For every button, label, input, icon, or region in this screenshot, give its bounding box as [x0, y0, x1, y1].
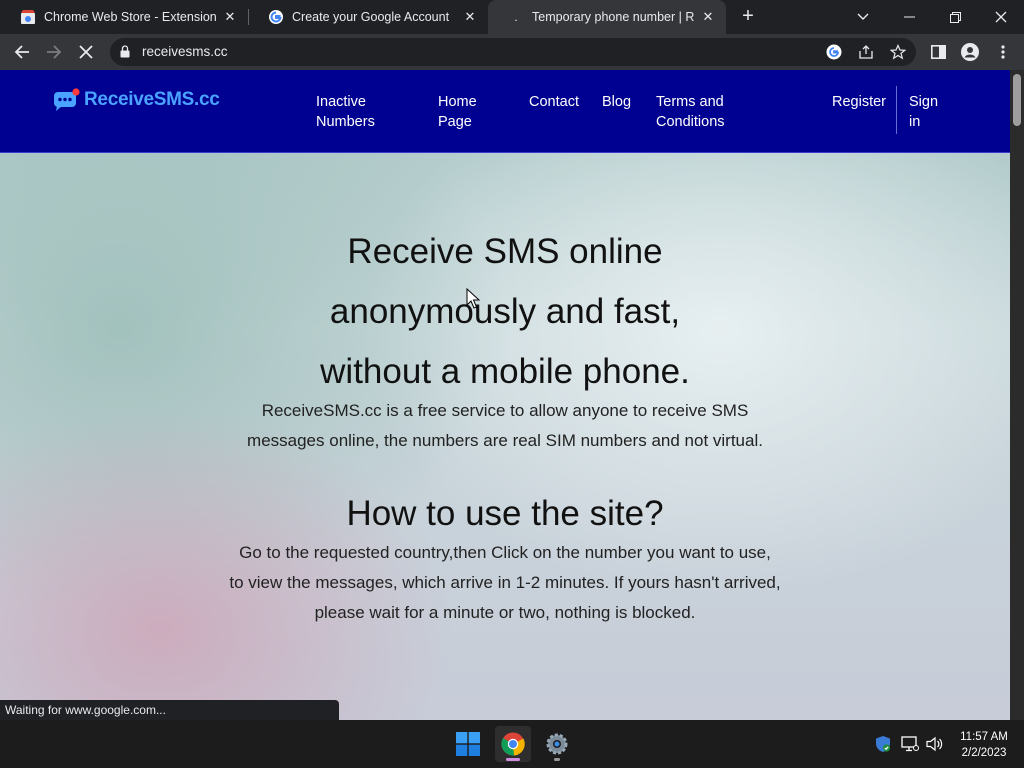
hero-section: Receive SMS online anonymously and fast,…	[0, 222, 1010, 402]
scrollbar-thumb[interactable]	[1013, 74, 1021, 126]
chrome-icon	[501, 732, 525, 756]
tab-close-icon[interactable]: ✕	[222, 9, 238, 25]
nav-label-line: Sign	[909, 94, 939, 110]
side-panel-icon	[930, 45, 946, 59]
minimize-icon	[903, 16, 915, 18]
security-tray-icon[interactable]	[873, 734, 893, 754]
nav-terms-and-conditions[interactable]: Terms and Conditions	[656, 92, 725, 132]
site-navbar: ReceiveSMS.cc Inactive Numbers Home Page…	[0, 70, 1010, 153]
how-to-line: to view the messages, which arrive in 1-…	[229, 573, 781, 592]
network-tray-icon[interactable]	[900, 734, 920, 754]
nav-divider	[896, 86, 897, 134]
how-to-line: please wait for a minute or two, nothing…	[314, 603, 696, 622]
stop-x-icon	[79, 45, 93, 59]
tab-close-icon[interactable]: ✕	[700, 9, 716, 25]
nav-label-line: Conditions	[656, 114, 725, 130]
how-to-text: Go to the requested country,then Click o…	[0, 538, 1010, 628]
hero-heading-line: anonymously and fast,	[329, 292, 681, 331]
nav-contact[interactable]: Contact	[529, 92, 579, 112]
taskbar-chrome[interactable]	[495, 726, 531, 762]
hero-heading-line: without a mobile phone.	[320, 352, 690, 391]
address-bar[interactable]: receivesms.cc	[110, 38, 916, 66]
new-tab-button[interactable]: +	[737, 5, 759, 27]
nav-blog[interactable]: Blog	[602, 92, 631, 112]
restore-icon	[949, 11, 961, 23]
url-text[interactable]: receivesms.cc	[142, 44, 228, 59]
nav-label-line: Inactive	[316, 94, 366, 110]
nav-register[interactable]: Register	[832, 92, 886, 112]
loading-dot-icon: .	[514, 10, 518, 24]
hero-heading-line: Receive SMS online	[347, 232, 663, 271]
chrome-web-store-icon	[21, 10, 35, 24]
nav-sign-in[interactable]: Sign in	[909, 92, 938, 132]
tab-strip: Chrome Web Store - Extensions ✕ Create y…	[0, 0, 1024, 34]
start-button[interactable]	[450, 726, 486, 762]
page-scrollbar[interactable]	[1010, 70, 1024, 720]
windows-logo-icon	[456, 732, 480, 756]
nav-inactive-numbers[interactable]: Inactive Numbers	[316, 92, 375, 132]
side-panel-button[interactable]	[924, 38, 952, 66]
chat-bubble-logo-icon	[54, 88, 80, 111]
hero-description-line: messages online, the numbers are real SI…	[247, 431, 763, 450]
gear-icon	[546, 733, 568, 755]
kebab-menu-icon	[1001, 45, 1005, 59]
restore-button[interactable]	[932, 0, 978, 34]
network-icon	[901, 736, 919, 752]
clock-time: 11:57 AM	[960, 731, 1008, 743]
shield-icon	[876, 736, 891, 752]
stop-loading-button[interactable]	[72, 38, 100, 66]
chevron-down-icon	[857, 13, 869, 20]
close-icon	[995, 11, 1007, 23]
lock-icon	[120, 45, 130, 58]
hero-description-line: ReceiveSMS.cc is a free service to allow…	[261, 401, 749, 420]
tab-google-account[interactable]: Create your Google Account ✕	[248, 0, 488, 34]
arrow-right-icon	[47, 45, 62, 59]
speaker-icon	[926, 736, 943, 752]
how-to-line: Go to the requested country,then Click o…	[239, 543, 771, 562]
windows-taskbar: 11:57 AM 2/2/2023	[0, 720, 1024, 768]
volume-tray-icon[interactable]	[925, 734, 945, 754]
chrome-menu-button[interactable]	[989, 38, 1017, 66]
taskbar-settings[interactable]	[539, 726, 575, 762]
tab-receivesms[interactable]: . Temporary phone number | Rece ✕	[488, 0, 726, 34]
forward-button[interactable]	[40, 38, 68, 66]
google-lens-icon[interactable]	[826, 44, 842, 60]
arrow-left-icon	[14, 45, 29, 59]
person-icon	[961, 43, 979, 61]
share-icon[interactable]	[858, 44, 874, 60]
back-button[interactable]	[8, 38, 36, 66]
tab-title: Create your Google Account	[292, 10, 450, 24]
nav-label-line: Numbers	[316, 114, 375, 130]
how-to-heading: How to use the site?	[346, 494, 664, 533]
logo-text: ReceiveSMS.cc	[84, 89, 220, 110]
google-g-icon	[269, 10, 283, 24]
tab-close-icon[interactable]: ✕	[462, 9, 478, 25]
hero-description: ReceiveSMS.cc is a free service to allow…	[0, 396, 1010, 456]
close-window-button[interactable]	[978, 0, 1024, 34]
browser-toolbar: receivesms.cc	[0, 34, 1024, 70]
nav-label-line: Page	[438, 114, 472, 130]
site-logo[interactable]: ReceiveSMS.cc	[52, 88, 220, 112]
tab-title: Chrome Web Store - Extensions	[44, 10, 216, 24]
status-bubble: Waiting for www.google.com...	[0, 700, 339, 720]
nav-label-line: Home	[438, 94, 477, 110]
nav-home-page[interactable]: Home Page	[438, 92, 477, 132]
profile-button[interactable]	[956, 38, 984, 66]
tab-chrome-web-store[interactable]: Chrome Web Store - Extensions ✕	[0, 0, 248, 34]
running-app-indicator	[554, 758, 560, 761]
taskbar-clock[interactable]: 11:57 AM 2/2/2023	[952, 729, 1016, 761]
page-viewport: ReceiveSMS.cc Inactive Numbers Home Page…	[0, 70, 1010, 720]
nav-label-line: Terms and	[656, 94, 724, 110]
nav-label-line: in	[909, 114, 921, 130]
active-app-indicator	[506, 758, 520, 761]
minimize-button[interactable]	[886, 0, 932, 34]
tab-title: Temporary phone number | Rece	[532, 10, 694, 24]
clock-date: 2/2/2023	[961, 747, 1007, 759]
bookmark-star-icon[interactable]	[890, 44, 906, 60]
mouse-cursor-icon	[466, 288, 480, 309]
tab-search-button[interactable]	[840, 0, 886, 34]
